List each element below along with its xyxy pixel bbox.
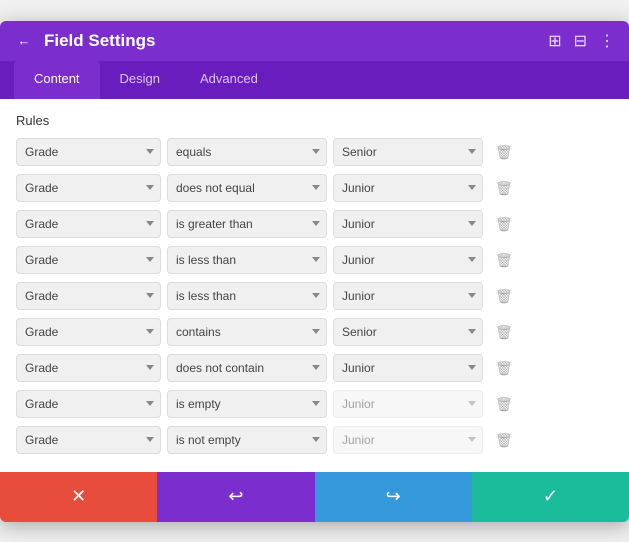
back-button[interactable]: ← xyxy=(14,31,34,51)
operator-select-2[interactable]: equalsdoes not equalis greater thanis le… xyxy=(167,210,327,238)
rule-row: GradeNameAgeScoreequalsdoes not equalis … xyxy=(16,174,613,202)
value-select-3[interactable]: SeniorJuniorFreshmanSophomore xyxy=(333,246,483,274)
operator-select-1[interactable]: equalsdoes not equalis greater thanis le… xyxy=(167,174,327,202)
rules-container: GradeNameAgeScoreequalsdoes not equalis … xyxy=(16,138,613,454)
operator-select-3[interactable]: equalsdoes not equalis greater thanis le… xyxy=(167,246,327,274)
value-select-4[interactable]: SeniorJuniorFreshmanSophomore xyxy=(333,282,483,310)
value-select-6[interactable]: SeniorJuniorFreshmanSophomore xyxy=(333,354,483,382)
tab-design[interactable]: Design xyxy=(100,61,180,99)
undo-button[interactable]: ↩ xyxy=(157,472,314,522)
expand-icon[interactable]: ⊞ xyxy=(548,31,561,51)
more-options-icon[interactable]: ⋮ xyxy=(599,31,615,51)
header-icons: ⊞ ⊟ ⋮ xyxy=(548,31,615,51)
operator-select-4[interactable]: equalsdoes not equalis greater thanis le… xyxy=(167,282,327,310)
tabs: Content Design Advanced xyxy=(0,61,629,99)
tab-advanced[interactable]: Advanced xyxy=(180,61,278,99)
operator-select-7[interactable]: equalsdoes not equalis greater thanis le… xyxy=(167,390,327,418)
field-select-7[interactable]: GradeNameAgeScore xyxy=(16,390,161,418)
header-left: ← Field Settings xyxy=(14,31,155,51)
cancel-button[interactable]: ✕ xyxy=(0,472,157,522)
delete-rule-6[interactable]: 🗑 xyxy=(489,357,519,379)
field-select-5[interactable]: GradeNameAgeScore xyxy=(16,318,161,346)
rule-row: GradeNameAgeScoreequalsdoes not equalis … xyxy=(16,246,613,274)
grid-icon[interactable]: ⊟ xyxy=(574,31,587,51)
page-title: Field Settings xyxy=(44,31,155,51)
operator-select-6[interactable]: equalsdoes not equalis greater thanis le… xyxy=(167,354,327,382)
field-select-6[interactable]: GradeNameAgeScore xyxy=(16,354,161,382)
operator-select-8[interactable]: equalsdoes not equalis greater thanis le… xyxy=(167,426,327,454)
rule-row: GradeNameAgeScoreequalsdoes not equalis … xyxy=(16,426,613,454)
value-select-1[interactable]: SeniorJuniorFreshmanSophomore xyxy=(333,174,483,202)
confirm-button[interactable]: ✓ xyxy=(472,472,629,522)
rule-row: GradeNameAgeScoreequalsdoes not equalis … xyxy=(16,138,613,166)
rule-row: GradeNameAgeScoreequalsdoes not equalis … xyxy=(16,282,613,310)
footer: ✕ ↩ ↪ ✓ xyxy=(0,472,629,522)
redo-button[interactable]: ↪ xyxy=(315,472,472,522)
delete-rule-3[interactable]: 🗑 xyxy=(489,249,519,271)
tab-content[interactable]: Content xyxy=(14,61,100,99)
rules-label: Rules xyxy=(16,113,613,128)
delete-rule-7[interactable]: 🗑 xyxy=(489,393,519,415)
delete-rule-0[interactable]: 🗑 xyxy=(489,141,519,163)
value-select-7: SeniorJuniorFreshmanSophomore xyxy=(333,390,483,418)
field-select-1[interactable]: GradeNameAgeScore xyxy=(16,174,161,202)
operator-select-0[interactable]: equalsdoes not equalis greater thanis le… xyxy=(167,138,327,166)
delete-rule-8[interactable]: 🗑 xyxy=(489,429,519,451)
delete-rule-5[interactable]: 🗑 xyxy=(489,321,519,343)
value-select-2[interactable]: SeniorJuniorFreshmanSophomore xyxy=(333,210,483,238)
delete-rule-1[interactable]: 🗑 xyxy=(489,177,519,199)
window: ← Field Settings ⊞ ⊟ ⋮ Content Design Ad… xyxy=(0,21,629,522)
content-area: Rules GradeNameAgeScoreequalsdoes not eq… xyxy=(0,99,629,472)
rule-row: GradeNameAgeScoreequalsdoes not equalis … xyxy=(16,390,613,418)
value-select-8: SeniorJuniorFreshmanSophomore xyxy=(333,426,483,454)
value-select-0[interactable]: SeniorJuniorFreshmanSophomore xyxy=(333,138,483,166)
operator-select-5[interactable]: equalsdoes not equalis greater thanis le… xyxy=(167,318,327,346)
value-select-5[interactable]: SeniorJuniorFreshmanSophomore xyxy=(333,318,483,346)
field-select-8[interactable]: GradeNameAgeScore xyxy=(16,426,161,454)
field-select-2[interactable]: GradeNameAgeScore xyxy=(16,210,161,238)
field-select-0[interactable]: GradeNameAgeScore xyxy=(16,138,161,166)
rule-row: GradeNameAgeScoreequalsdoes not equalis … xyxy=(16,318,613,346)
rule-row: GradeNameAgeScoreequalsdoes not equalis … xyxy=(16,354,613,382)
field-select-4[interactable]: GradeNameAgeScore xyxy=(16,282,161,310)
delete-rule-4[interactable]: 🗑 xyxy=(489,285,519,307)
field-select-3[interactable]: GradeNameAgeScore xyxy=(16,246,161,274)
delete-rule-2[interactable]: 🗑 xyxy=(489,213,519,235)
header: ← Field Settings ⊞ ⊟ ⋮ xyxy=(0,21,629,61)
rule-row: GradeNameAgeScoreequalsdoes not equalis … xyxy=(16,210,613,238)
